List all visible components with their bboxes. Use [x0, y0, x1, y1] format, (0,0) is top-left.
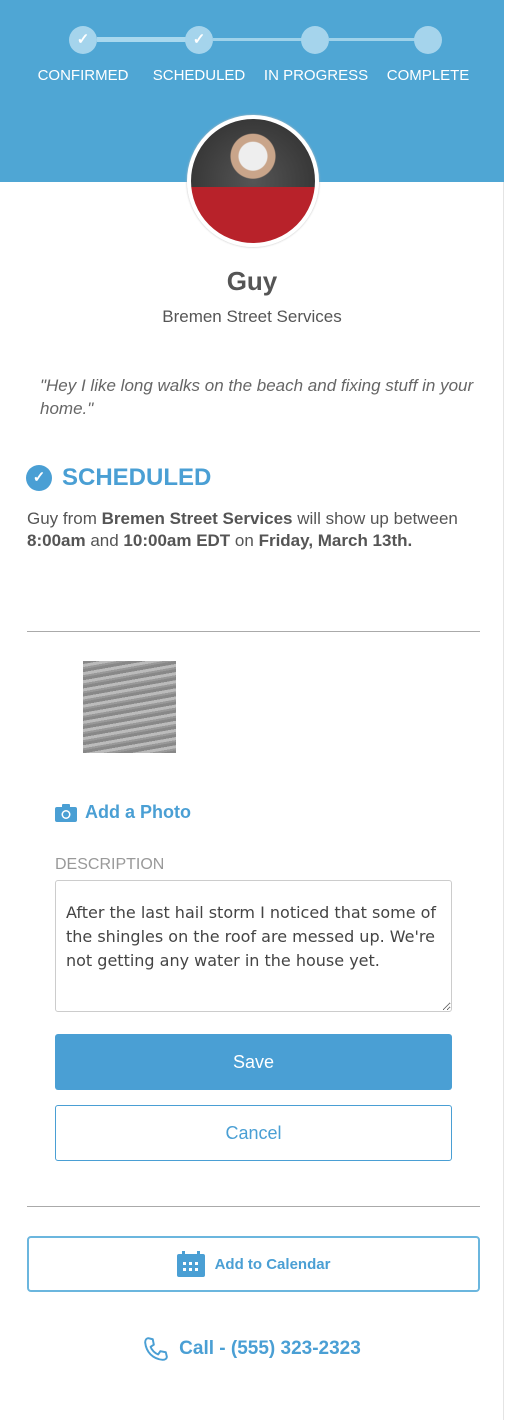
text: and [85, 531, 124, 550]
add-to-calendar-label: Add to Calendar [214, 1255, 331, 1273]
save-button[interactable]: Save [55, 1034, 452, 1090]
divider [27, 1206, 480, 1207]
start-time: 8:00am [27, 531, 86, 550]
provider-company: Bremen Street Services [162, 307, 342, 326]
check-circle-icon: ✓ [26, 465, 52, 491]
text: on [230, 531, 259, 550]
provider-quote: "Hey I like long walks on the beach and … [40, 376, 474, 418]
step-scheduled-check-icon: ✓ [185, 26, 213, 54]
divider [27, 631, 480, 632]
description-textarea[interactable]: After the last hail storm I noticed that… [55, 880, 452, 1012]
calendar-icon [176, 1251, 205, 1277]
status-title: SCHEDULED [62, 464, 212, 491]
job-photo-thumbnail[interactable] [83, 661, 176, 753]
provider-name: Guy [226, 266, 278, 296]
company: Bremen Street Services [101, 509, 293, 528]
step-in-progress-dot [301, 26, 329, 54]
call-link[interactable]: Call - (555) 323-2323 [0, 1336, 504, 1362]
add-to-calendar-button[interactable]: Add to Calendar [27, 1236, 480, 1292]
text: Guy from [27, 509, 102, 528]
call-label: Call - (555) 323-2323 [179, 1338, 361, 1359]
step-label: COMPLETE [386, 67, 470, 84]
end-time: 10:00am EDT [123, 531, 231, 550]
add-photo-button[interactable]: Add a Photo [55, 802, 191, 823]
step-complete-dot [414, 26, 442, 54]
provider-avatar [187, 115, 319, 247]
step-label: CONFIRMED [37, 67, 129, 84]
phone-icon [144, 1337, 168, 1361]
step-confirmed-check-icon: ✓ [69, 26, 97, 54]
date: Friday, March 13th. [258, 531, 413, 550]
text: will show up between [292, 509, 458, 528]
step-label: SCHEDULED [152, 67, 246, 84]
scrollbar-edge [503, 0, 504, 1420]
step-label: IN PROGRESS [263, 67, 369, 84]
add-photo-label: Add a Photo [85, 802, 191, 822]
cancel-button[interactable]: Cancel [55, 1105, 452, 1161]
description-label: DESCRIPTION [55, 856, 165, 873]
status-description: Guy from Bremen Street Services will sho… [27, 508, 477, 552]
camera-icon [55, 803, 77, 822]
status-heading: ✓ SCHEDULED [26, 464, 211, 492]
